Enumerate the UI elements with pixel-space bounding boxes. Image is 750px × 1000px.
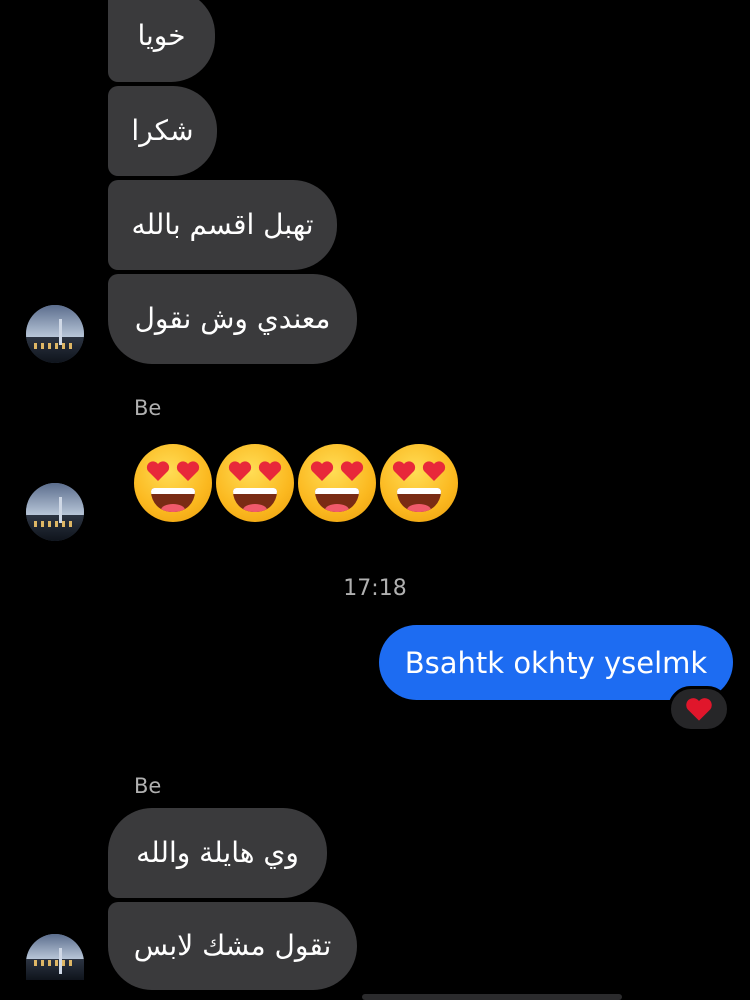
message-bubble-incoming[interactable]: خويا — [108, 0, 215, 82]
message-timestamp: 17:18 — [343, 576, 407, 601]
message-bubble-incoming[interactable]: تهبل اقسم بالله — [108, 180, 337, 270]
message-text: خويا — [137, 19, 186, 52]
message-reaction[interactable] — [668, 686, 730, 732]
bottom-edge-bar — [362, 994, 622, 1000]
avatar-image-ground — [26, 336, 84, 363]
heart-eyes-emoji-icon — [134, 444, 212, 522]
message-text: Bsahtk okhty yselmk — [404, 645, 708, 680]
message-text: شكرا — [131, 114, 194, 147]
heart-eyes-emoji-icon — [216, 444, 294, 522]
avatar-image-tower — [59, 319, 62, 345]
message-text: تقول مشك لابس — [133, 929, 332, 962]
heart-eyes-emoji-icon — [380, 444, 458, 522]
avatar-image-sky — [26, 934, 84, 960]
message-text: معندي وش نقول — [134, 302, 331, 335]
contact-avatar[interactable] — [26, 305, 84, 363]
avatar-image-lights — [34, 960, 76, 966]
emoji-message[interactable] — [134, 444, 458, 522]
avatar-image-ground — [26, 514, 84, 541]
avatar-image-tower — [59, 497, 62, 523]
sender-name: Be — [134, 396, 162, 420]
message-text: وي هايلة والله — [136, 836, 299, 869]
contact-avatar[interactable] — [26, 934, 84, 980]
message-bubble-incoming[interactable]: تقول مشك لابس — [108, 902, 357, 990]
avatar-image-lights — [34, 343, 76, 349]
red-heart-icon — [686, 698, 712, 721]
avatar-image-sky — [26, 483, 84, 515]
sender-name: Be — [134, 774, 162, 798]
message-text: تهبل اقسم بالله — [131, 208, 314, 241]
message-bubble-incoming[interactable]: معندي وش نقول — [108, 274, 357, 364]
avatar-image-lights — [34, 521, 76, 527]
message-bubble-incoming[interactable]: شكرا — [108, 86, 217, 176]
heart-eyes-emoji-icon — [298, 444, 376, 522]
avatar-image-sky — [26, 305, 84, 337]
contact-avatar[interactable] — [26, 483, 84, 541]
message-bubble-incoming[interactable]: وي هايلة والله — [108, 808, 327, 898]
